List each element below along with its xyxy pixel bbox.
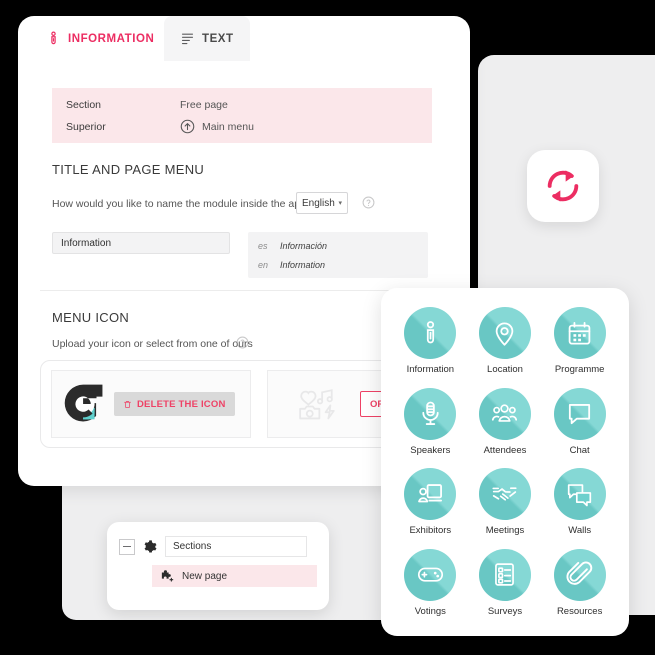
tree-root-input[interactable]: Sections [165, 536, 307, 557]
breadcrumb-superior-row: Superior Main menu [66, 119, 254, 134]
tree-root-row: Sections [119, 536, 307, 557]
info-person-icon [51, 31, 56, 45]
icon-option-location[interactable]: Location [468, 302, 543, 381]
breadcrumb-superior-label: Superior [66, 120, 106, 133]
icon-option-label: Resources [556, 605, 603, 617]
icon-picker-panel: Information Location Programme Speakers … [381, 288, 629, 636]
exhibitor-booth-icon [404, 468, 457, 521]
refresh-badge-card[interactable] [527, 150, 599, 222]
title-section-heading: TITLE AND PAGE MENU [52, 162, 205, 177]
chat-bubble-icon [553, 387, 606, 440]
calendar-icon [553, 307, 606, 360]
text-lines-icon [181, 33, 194, 45]
translation-value: Información [280, 241, 328, 251]
icon-option-label: Surveys [487, 605, 523, 617]
icon-option-speakers[interactable]: Speakers [393, 383, 468, 462]
tab-information-label: INFORMATION [68, 32, 155, 45]
tab-text[interactable]: TEXT [164, 16, 250, 61]
module-name-input[interactable]: Information [52, 232, 230, 254]
gear-icon [144, 539, 157, 552]
icon-option-label: Location [487, 364, 523, 376]
breadcrumb-section-label: Section [66, 99, 102, 111]
icon-option-label: Information [406, 364, 455, 376]
icon-option-programme[interactable]: Programme [542, 302, 617, 381]
tree-child-row[interactable]: New page [152, 565, 317, 587]
icon-option-label: Exhibitors [409, 525, 452, 537]
icon-picker-grid: Information Location Programme Speakers … [393, 302, 617, 622]
collapse-minus-icon[interactable] [119, 538, 135, 555]
map-pin-icon [478, 307, 531, 360]
menu-icon-subtitle: Upload your icon or select from one of o… [52, 338, 253, 350]
icon-option-label: Attendees [483, 444, 527, 456]
translation-row: es Información [258, 241, 327, 251]
delete-icon-label: DELETE THE ICON [137, 398, 226, 410]
help-circle-icon[interactable] [236, 336, 249, 349]
microphone-icon [404, 387, 457, 440]
translation-code: es [258, 241, 268, 251]
module-name-question: How would you like to name the module in… [52, 198, 312, 210]
trash-icon [124, 400, 131, 408]
tree-child-label: New page [182, 570, 228, 582]
tab-information[interactable]: INFORMATION [30, 16, 171, 61]
breadcrumb-section-value: Free page [180, 99, 228, 111]
icon-option-exhibitors[interactable]: Exhibitors [393, 463, 468, 542]
gamepad-icon [404, 548, 457, 601]
checklist-icon [478, 548, 531, 601]
current-icon-box: DELETE THE ICON [51, 370, 251, 438]
translation-row: en Information [258, 260, 325, 270]
screenshot-stage: INFORMATION TEXT Section Free page Super… [0, 0, 655, 655]
translation-value: Information [280, 260, 326, 270]
language-select-value: English [302, 197, 335, 209]
icon-option-chat[interactable]: Chat [542, 383, 617, 462]
two-bubbles-icon [553, 468, 606, 521]
icon-option-label: Walls [568, 525, 592, 537]
icon-option-surveys[interactable]: Surveys [468, 544, 543, 623]
icon-option-walls[interactable]: Walls [542, 463, 617, 542]
tree-root-value: Sections [173, 541, 212, 552]
breadcrumb-section-row: Section Free page [66, 99, 228, 111]
icon-option-meetings[interactable]: Meetings [468, 463, 543, 542]
tab-text-label: TEXT [202, 32, 234, 45]
breadcrumb-superior-value-wrap: Main menu [180, 119, 254, 134]
icon-option-resources[interactable]: Resources [542, 544, 617, 623]
icon-option-label: Chat [569, 444, 590, 456]
icon-option-information[interactable]: Information [393, 302, 468, 381]
module-name-value: Information [61, 237, 112, 249]
delete-icon-button[interactable]: DELETE THE ICON [114, 392, 235, 416]
icon-option-votings[interactable]: Votings [393, 544, 468, 623]
icon-option-attendees[interactable]: Attendees [468, 383, 543, 462]
breadcrumb-band: Section Free page Superior Main menu [52, 88, 432, 143]
chevron-down-icon: ▾ [338, 199, 342, 207]
icon-option-label: Votings [414, 605, 446, 617]
translations-panel: es Información en Information [248, 232, 428, 278]
app-logo-mark [64, 384, 103, 422]
refresh-sync-icon [547, 170, 579, 202]
icon-option-label: Programme [554, 364, 605, 376]
arrow-up-circle-icon [180, 119, 195, 134]
tab-bar: INFORMATION TEXT [18, 16, 470, 61]
puzzle-piece-icon [161, 570, 174, 582]
media-placeholder-icon [299, 389, 335, 420]
people-group-icon [478, 387, 531, 440]
icon-upload-area: DELETE THE ICON OR S [40, 360, 467, 448]
breadcrumb-superior-value: Main menu [202, 120, 254, 133]
handshake-icon [478, 468, 531, 521]
help-circle-icon[interactable] [362, 196, 375, 209]
info-person-icon [404, 307, 457, 360]
menu-icon-heading: MENU ICON [52, 310, 130, 325]
icon-option-label: Speakers [410, 444, 451, 456]
icon-option-label: Meetings [485, 525, 525, 537]
language-select[interactable]: English ▾ [296, 192, 348, 214]
sections-tree-card: Sections New page [107, 522, 329, 610]
paperclip-icon [553, 548, 606, 601]
translation-code: en [258, 260, 269, 270]
